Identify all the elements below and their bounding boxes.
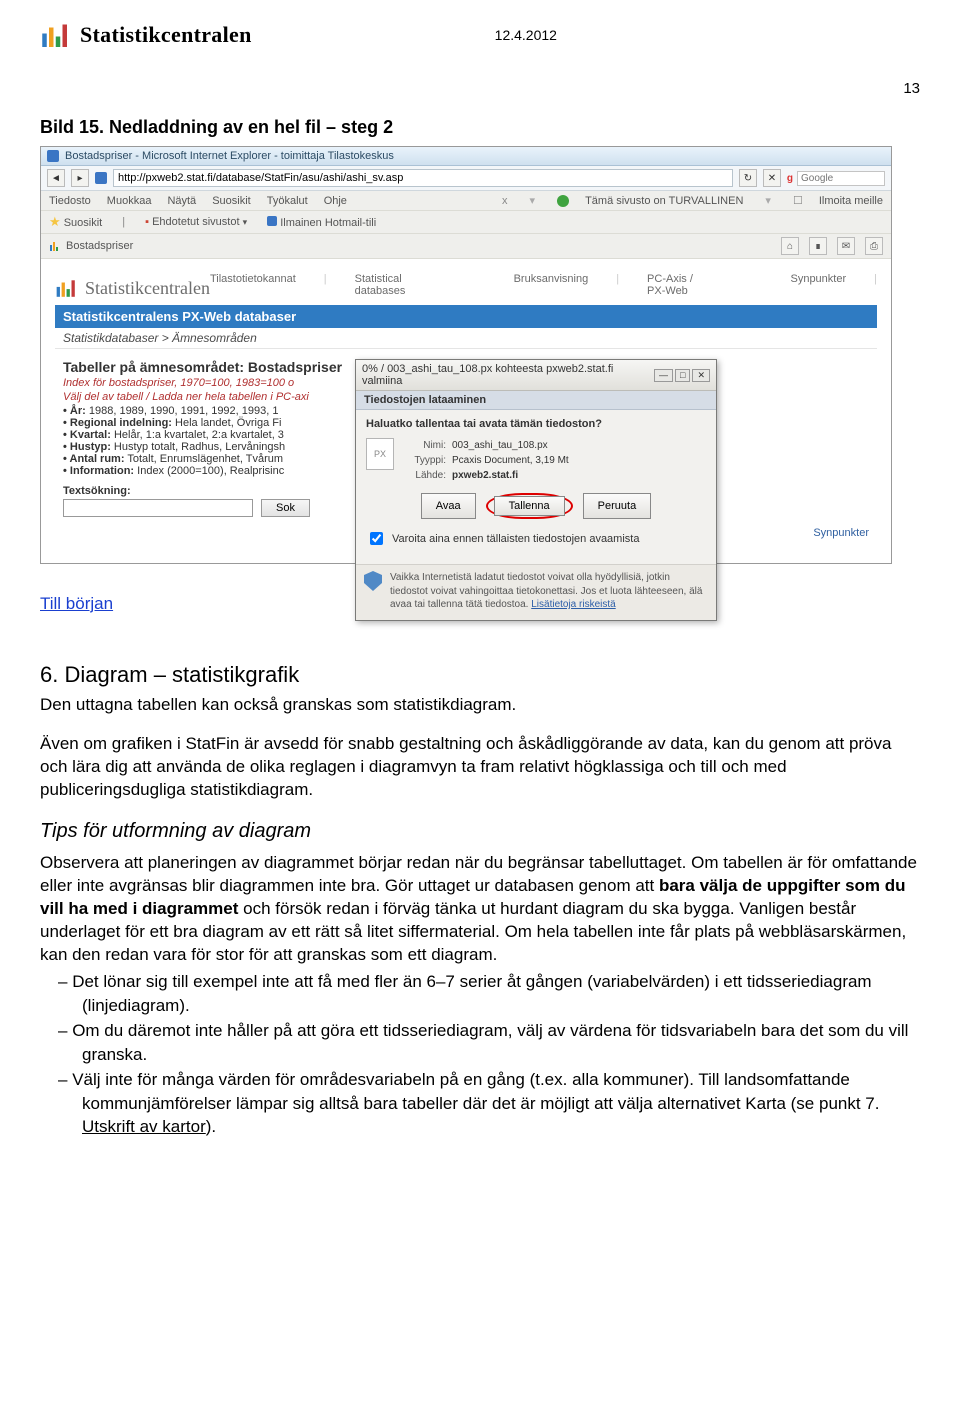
mail-button[interactable]: ✉ bbox=[837, 237, 855, 255]
search-input[interactable] bbox=[797, 171, 885, 186]
maximize-button[interactable]: □ bbox=[675, 369, 690, 382]
shield-icon bbox=[364, 571, 382, 591]
textsok-button[interactable]: Sok bbox=[261, 499, 310, 517]
top-link[interactable]: Statistical databases bbox=[355, 273, 429, 297]
list-item: Om du däremot inte håller på att göra et… bbox=[40, 1019, 920, 1066]
screenshot-browser: Bostadspriser - Microsoft Internet Explo… bbox=[40, 146, 892, 564]
to-top-link[interactable]: Till början bbox=[40, 594, 113, 614]
back-button[interactable]: ◄ bbox=[47, 169, 65, 187]
highlighted-save: Tallenna bbox=[486, 493, 573, 519]
footer-right[interactable]: Synpunkter bbox=[813, 527, 869, 539]
menu-bar: Tiedosto Muokkaa Näytä Suosikit Työkalut… bbox=[41, 191, 891, 211]
notify-label[interactable]: Ilmoita meille bbox=[819, 195, 883, 207]
brand-text: Statistikcentralen bbox=[80, 22, 252, 48]
dialog-title: 0% / 003_ashi_tau_108.px kohteesta pxweb… bbox=[362, 363, 654, 387]
close-button[interactable]: ✕ bbox=[692, 369, 710, 382]
stats-bars-icon bbox=[55, 277, 77, 299]
fav-item[interactable]: ▪ Ehdotetut sivustot ▾ bbox=[145, 216, 247, 228]
menu-item[interactable]: Tiedosto bbox=[49, 195, 91, 207]
stats-bars-icon bbox=[49, 240, 61, 252]
fav-label[interactable]: Suosikit bbox=[64, 217, 103, 229]
tab-bostadspriser[interactable]: Bostadspriser bbox=[49, 240, 133, 252]
menu-item[interactable]: Suosikit bbox=[212, 195, 251, 207]
forward-button[interactable]: ▸ bbox=[71, 169, 89, 187]
cancel-button[interactable]: Peruuta bbox=[583, 493, 652, 519]
warn-checkbox[interactable] bbox=[370, 532, 383, 545]
open-button[interactable]: Avaa bbox=[421, 493, 476, 519]
file-details: Nimi:003_ashi_tau_108.px Tyyppi:Pcaxis D… bbox=[404, 438, 569, 483]
top-link[interactable]: Tilastotietokannat bbox=[210, 273, 296, 297]
page-icon bbox=[95, 172, 107, 184]
textsok-input[interactable] bbox=[63, 499, 253, 517]
brand-logo: Statistikcentralen bbox=[40, 20, 252, 50]
section-6-p1: Den uttagna tabellen kan också granskas … bbox=[40, 694, 920, 717]
inner-brand: Statistikcentralen bbox=[55, 277, 210, 299]
window-titlebar: Bostadspriser - Microsoft Internet Explo… bbox=[41, 147, 891, 166]
save-button[interactable]: Tallenna bbox=[494, 496, 565, 516]
minimize-button[interactable]: — bbox=[654, 369, 673, 382]
google-icon: g bbox=[787, 173, 793, 184]
warn-link[interactable]: Lisätietoja riskeistä bbox=[531, 599, 615, 610]
feed-button[interactable]: ∎ bbox=[809, 237, 827, 255]
print-button[interactable]: ⎙ bbox=[865, 237, 883, 255]
px-web-bar: Statistikcentralens PX-Web databaser bbox=[55, 305, 877, 328]
map-print-link[interactable]: Utskrift av kartor bbox=[82, 1117, 206, 1136]
section-6-p2: Även om grafiken i StatFin är avsedd för… bbox=[40, 733, 920, 802]
stop-button[interactable]: ✕ bbox=[763, 169, 781, 187]
top-link[interactable]: Synpunkter bbox=[790, 273, 846, 297]
ie-icon bbox=[47, 150, 59, 162]
menu-item[interactable]: Ohje bbox=[324, 195, 347, 207]
safe-label: Tämä sivusto on TURVALLINEN bbox=[585, 195, 743, 207]
document-date: 12.4.2012 bbox=[252, 27, 800, 43]
notify-icon[interactable]: ☐ bbox=[793, 194, 803, 207]
download-dialog: 0% / 003_ashi_tau_108.px kohteesta pxweb… bbox=[355, 359, 717, 621]
star-icon: ★ bbox=[49, 214, 61, 229]
stats-bars-icon bbox=[40, 20, 70, 50]
address-bar: ◄ ▸ ↻ ✕ g bbox=[41, 166, 891, 191]
top-link[interactable]: Bruksanvisning bbox=[514, 273, 589, 297]
favorites-bar: ★ Suosikit | ▪ Ehdotetut sivustot ▾ Ilma… bbox=[41, 211, 891, 234]
list-item: Välj inte för många värden för områdesva… bbox=[40, 1068, 920, 1138]
top-links: Tilastotietokannat| Statistical database… bbox=[210, 269, 877, 305]
section-6-heading: 6. Diagram – statistikgrafik bbox=[40, 662, 920, 688]
dialog-subheader: Tiedostojen lataaminen bbox=[356, 391, 716, 410]
file-type-icon: PX bbox=[366, 438, 394, 470]
tips-heading: Tips för utformning av diagram bbox=[40, 820, 920, 843]
refresh-button[interactable]: ↻ bbox=[739, 169, 757, 187]
menu-item[interactable]: Muokkaa bbox=[107, 195, 152, 207]
menu-item[interactable]: Näytä bbox=[167, 195, 196, 207]
tips-paragraph: Observera att planeringen av diagrammet … bbox=[40, 851, 920, 967]
fav-item[interactable]: Ilmainen Hotmail-tili bbox=[267, 216, 376, 229]
figure-caption: Bild 15. Nedladdning av en hel fil – ste… bbox=[40, 117, 920, 138]
warn-checkbox-label: Varoita aina ennen tällaisten tiedostoje… bbox=[392, 533, 639, 545]
breadcrumb[interactable]: Statistikdatabaser > Ämnesområden bbox=[55, 328, 877, 349]
tabs-row: Bostadspriser ⌂ ∎ ✉ ⎙ bbox=[41, 234, 891, 259]
page-number: 13 bbox=[40, 80, 920, 97]
dialog-question: Haluatko tallentaa tai avata tämän tiedo… bbox=[366, 418, 706, 430]
list-item: Det lönar sig till exempel inte att få m… bbox=[40, 970, 920, 1017]
url-input[interactable] bbox=[113, 169, 733, 187]
safe-icon bbox=[557, 195, 569, 207]
menu-item[interactable]: Työkalut bbox=[267, 195, 308, 207]
home-button[interactable]: ⌂ bbox=[781, 237, 799, 255]
top-link[interactable]: PC-Axis / PX-Web bbox=[647, 273, 713, 297]
tips-list: Det lönar sig till exempel inte att få m… bbox=[40, 970, 920, 1138]
window-title: Bostadspriser - Microsoft Internet Explo… bbox=[65, 150, 394, 162]
